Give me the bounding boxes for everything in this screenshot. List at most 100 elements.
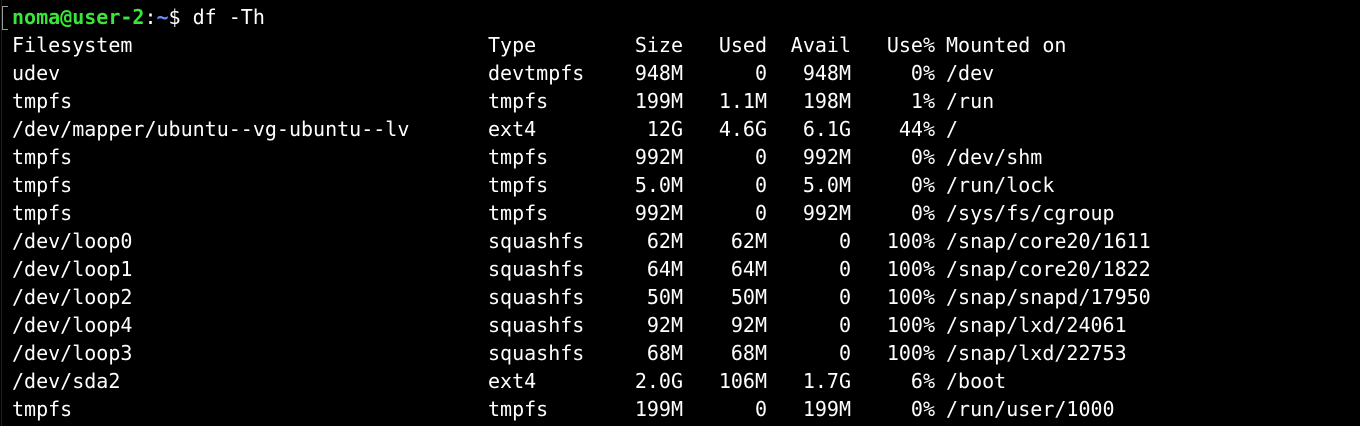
table-row: /dev/mapper/ubuntu--vg-ubuntu--lv ext4 1… (12, 115, 1360, 143)
row-size: 5.0M (634, 173, 683, 197)
table-row: tmpfs tmpfs 199M 1.1M 198M 1% /run (12, 87, 1360, 115)
row-avail: 0 (838, 341, 851, 365)
row-filesystem: /dev/loop0 (12, 229, 133, 253)
terminal-window[interactable]: noma@user-2:~$ df -Th Filesystem Type Si… (0, 0, 1360, 426)
row-use-percent: 0% (910, 201, 935, 225)
row-type: tmpfs (488, 397, 549, 421)
row-avail: 0 (838, 313, 851, 337)
row-size: 992M (634, 145, 683, 169)
command-text[interactable]: df -Th (193, 5, 265, 29)
row-mounted-on: /snap/lxd/24061 (946, 313, 1127, 337)
scrollbar-track[interactable] (1, 0, 2, 426)
row-type: ext4 (488, 369, 537, 393)
row-size: 2.0G (634, 369, 683, 393)
row-mounted-on: /run/lock (946, 173, 1055, 197)
header-mounted-on: Mounted on (946, 33, 1067, 57)
row-used: 106M (718, 369, 767, 393)
row-mounted-on: /snap/core20/1822 (946, 257, 1151, 281)
table-row: tmpfs tmpfs 5.0M 0 5.0M 0% /run/lock (12, 171, 1360, 199)
row-size: 50M (646, 285, 683, 309)
prompt-sign: $ (168, 5, 181, 29)
row-use-percent: 0% (910, 145, 935, 169)
row-type: tmpfs (488, 173, 549, 197)
row-used: 64M (730, 257, 767, 281)
row-use-percent: 1% (910, 89, 935, 113)
prompt-line: noma@user-2:~$ df -Th (12, 3, 265, 31)
row-size: 948M (634, 61, 683, 85)
row-type: ext4 (488, 117, 537, 141)
row-type: squashfs (488, 313, 585, 337)
row-use-percent: 100% (886, 341, 935, 365)
row-type: tmpfs (488, 145, 549, 169)
row-mounted-on: /run/user/1000 (946, 397, 1115, 421)
row-mounted-on: /run (946, 89, 995, 113)
row-size: 68M (646, 341, 683, 365)
row-used: 68M (730, 341, 767, 365)
row-type: squashfs (488, 257, 585, 281)
table-row: /dev/loop2 squashfs 50M 50M 0 100% /snap… (12, 283, 1360, 311)
row-size: 199M (634, 397, 683, 421)
row-type: squashfs (488, 341, 585, 365)
header-used: Used (718, 33, 767, 57)
row-filesystem: /dev/loop3 (12, 341, 133, 365)
row-size: 92M (646, 313, 683, 337)
row-avail: 0 (838, 229, 851, 253)
row-use-percent: 100% (886, 229, 935, 253)
row-avail: 5.0M (802, 173, 851, 197)
row-used: 0 (754, 173, 767, 197)
row-type: squashfs (488, 285, 585, 309)
table-row: /dev/loop4 squashfs 92M 92M 0 100% /snap… (12, 311, 1360, 339)
table-row: /dev/loop0 squashfs 62M 62M 0 100% /snap… (12, 227, 1360, 255)
table-row: tmpfs tmpfs 992M 0 992M 0% /sys/fs/cgrou… (12, 199, 1360, 227)
row-avail: 198M (802, 89, 851, 113)
row-mounted-on: / (946, 117, 959, 141)
row-use-percent: 6% (910, 369, 935, 393)
row-used: 0 (754, 61, 767, 85)
header-filesystem: Filesystem (12, 33, 133, 57)
row-used: 62M (730, 229, 767, 253)
row-used: 1.1M (718, 89, 767, 113)
row-size: 62M (646, 229, 683, 253)
row-avail: 1.7G (802, 369, 851, 393)
prompt-bracket-marker (2, 6, 8, 30)
row-filesystem: tmpfs (12, 145, 73, 169)
command-output: Filesystem Type Size Used Avail Use% Mou… (12, 31, 1360, 423)
row-use-percent: 0% (910, 61, 935, 85)
table-row: tmpfs tmpfs 992M 0 992M 0% /dev/shm (12, 143, 1360, 171)
header-avail: Avail (790, 33, 851, 57)
row-filesystem: tmpfs (12, 397, 73, 421)
row-use-percent: 0% (910, 397, 935, 421)
row-filesystem: /dev/loop4 (12, 313, 133, 337)
row-filesystem: tmpfs (12, 201, 73, 225)
row-mounted-on: /boot (946, 369, 1007, 393)
row-mounted-on: /dev/shm (946, 145, 1043, 169)
row-used: 4.6G (718, 117, 767, 141)
row-filesystem: tmpfs (12, 89, 73, 113)
table-row: tmpfs tmpfs 199M 0 199M 0% /run/user/100… (12, 395, 1360, 423)
row-filesystem: /dev/mapper/ubuntu--vg-ubuntu--lv (12, 117, 410, 141)
row-size: 199M (634, 89, 683, 113)
row-mounted-on: /sys/fs/cgroup (946, 201, 1115, 225)
header-row: Filesystem Type Size Used Avail Use% Mou… (12, 31, 1360, 59)
row-type: squashfs (488, 229, 585, 253)
table-row: udev devtmpfs 948M 0 948M 0% /dev (12, 59, 1360, 87)
row-size: 12G (646, 117, 683, 141)
header-use-percent: Use% (886, 33, 935, 57)
row-used: 0 (754, 145, 767, 169)
row-avail: 0 (838, 285, 851, 309)
prompt-user-host: noma@user-2 (12, 5, 145, 29)
row-type: tmpfs (488, 201, 549, 225)
row-use-percent: 100% (886, 313, 935, 337)
header-size: Size (634, 33, 683, 57)
table-row: /dev/loop3 squashfs 68M 68M 0 100% /snap… (12, 339, 1360, 367)
row-use-percent: 0% (910, 173, 935, 197)
header-type: Type (488, 33, 537, 57)
row-use-percent: 44% (898, 117, 935, 141)
row-avail: 0 (838, 257, 851, 281)
row-filesystem: tmpfs (12, 173, 73, 197)
row-filesystem: /dev/loop1 (12, 257, 133, 281)
row-filesystem: udev (12, 61, 61, 85)
row-mounted-on: /snap/snapd/17950 (946, 285, 1151, 309)
row-used: 92M (730, 313, 767, 337)
